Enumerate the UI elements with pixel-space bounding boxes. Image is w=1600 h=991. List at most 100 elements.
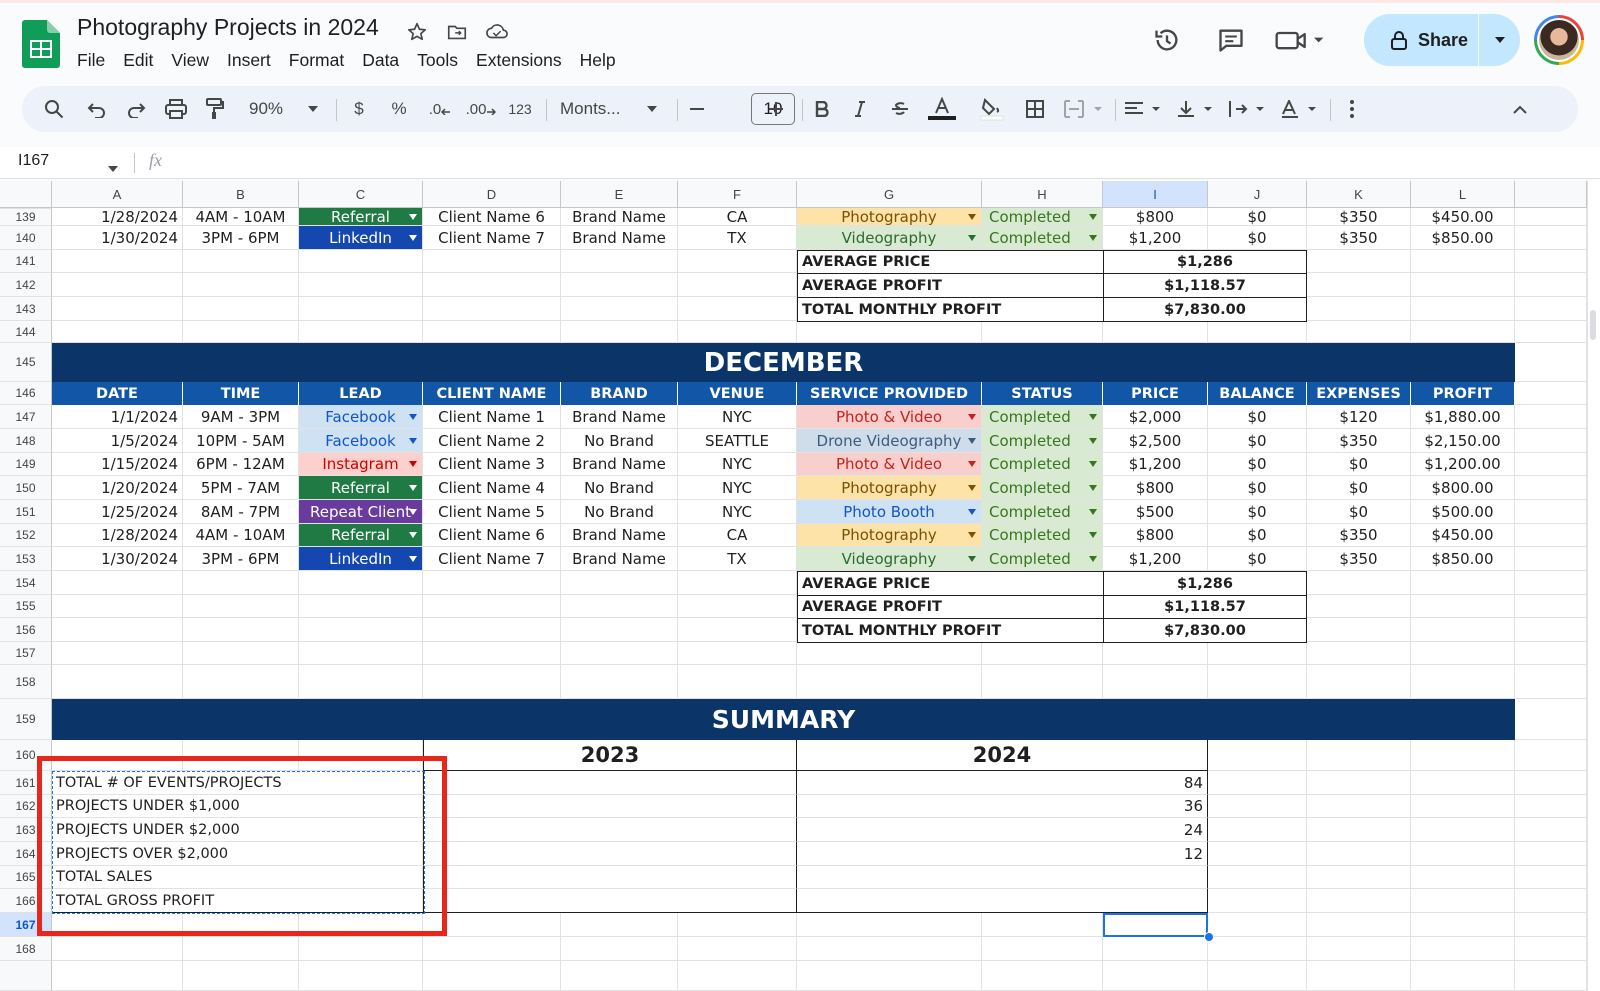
grid-cell[interactable] [1515, 273, 1587, 297]
cell-brand[interactable]: No Brand [561, 429, 678, 453]
cell-brand[interactable]: No Brand [561, 500, 678, 524]
menu-extensions[interactable]: Extensions [467, 48, 571, 72]
grid-cell[interactable] [299, 571, 423, 595]
cell-price[interactable]: $2,500 [1103, 429, 1208, 453]
grid-cell[interactable] [299, 961, 423, 991]
paint-format-icon[interactable] [201, 86, 229, 132]
dropdown-caret-icon[interactable] [1089, 484, 1097, 491]
grid-cell[interactable] [1208, 961, 1307, 991]
dropdown-caret-icon[interactable] [409, 437, 417, 444]
cell-date[interactable]: 1/28/2024 [52, 208, 183, 226]
grid-cell[interactable] [1103, 961, 1208, 991]
status-dropdown-chip[interactable]: Completed [982, 429, 1103, 453]
select-all-corner[interactable] [0, 181, 52, 208]
font-caret-icon[interactable] [645, 86, 659, 132]
lead-dropdown-chip[interactable]: Referral [299, 524, 423, 547]
vertical-scrollbar[interactable] [1587, 181, 1600, 991]
grid-cell[interactable] [1515, 595, 1587, 618]
grid-cell[interactable] [1411, 321, 1515, 343]
cell-balance[interactable]: $0 [1208, 208, 1307, 226]
row-header[interactable]: 154 [0, 571, 52, 595]
cell-profit[interactable]: $1,200.00 [1411, 453, 1515, 476]
cell-profit[interactable]: $450.00 [1411, 524, 1515, 547]
cell-profit[interactable]: $450.00 [1411, 208, 1515, 226]
text-rotation-icon[interactable] [1278, 86, 1322, 132]
grid-cell[interactable] [1411, 618, 1515, 642]
grid-cell[interactable] [1307, 665, 1411, 699]
dropdown-caret-icon[interactable] [968, 484, 976, 491]
lead-dropdown-chip[interactable]: Referral [299, 208, 423, 226]
more-formats-button[interactable]: 123 [505, 86, 535, 132]
dropdown-caret-icon[interactable] [409, 508, 417, 515]
increase-font-size-icon[interactable] [765, 86, 787, 132]
meet-video-icon[interactable] [1272, 20, 1328, 60]
grid-cell[interactable] [299, 665, 423, 699]
grid-cell[interactable] [52, 665, 183, 699]
service-dropdown-chip[interactable]: Photo Booth [797, 500, 982, 524]
cell-venue[interactable]: CA [678, 208, 797, 226]
service-dropdown-chip[interactable]: Videography [797, 547, 982, 571]
strikethrough-icon[interactable] [888, 86, 912, 132]
grid-cell[interactable] [1411, 250, 1515, 273]
grid-cell[interactable] [678, 961, 797, 991]
service-dropdown-chip[interactable]: Photography [797, 476, 982, 500]
grid-cell[interactable] [561, 913, 678, 937]
cell-client[interactable]: Client Name 5 [423, 500, 561, 524]
column-header-L[interactable]: L [1411, 181, 1515, 208]
status-dropdown-chip[interactable]: Completed [982, 208, 1103, 226]
grid-cell[interactable] [1411, 818, 1515, 842]
column-header-G[interactable]: G [797, 181, 982, 208]
grid-cell[interactable] [797, 665, 982, 699]
dropdown-caret-icon[interactable] [1089, 555, 1097, 562]
lead-dropdown-chip[interactable]: LinkedIn [299, 547, 423, 571]
grid-cell[interactable] [52, 642, 183, 665]
cell-brand[interactable]: Brand Name [561, 405, 678, 429]
dropdown-caret-icon[interactable] [968, 532, 976, 538]
cell-client[interactable]: Client Name 2 [423, 429, 561, 453]
grid-cell[interactable] [299, 321, 423, 343]
row-header[interactable]: 143 [0, 297, 52, 321]
grid-cell[interactable] [561, 618, 678, 642]
print-icon[interactable] [162, 86, 190, 132]
grid-cell[interactable] [1103, 642, 1208, 665]
grid-cell[interactable] [183, 665, 299, 699]
grid-cell[interactable] [1208, 771, 1307, 795]
grid-cell[interactable] [299, 595, 423, 618]
grid-cell[interactable] [1307, 961, 1411, 991]
cell-price[interactable]: $800 [1103, 524, 1208, 547]
grid-cell[interactable] [423, 321, 561, 343]
grid-cell[interactable] [1103, 665, 1208, 699]
grid-cell[interactable] [982, 321, 1103, 343]
grid-cell[interactable] [1515, 771, 1587, 795]
cell-time[interactable]: 6PM - 12AM [183, 453, 299, 476]
grid-cell[interactable] [1208, 889, 1307, 913]
grid-cell[interactable] [1515, 842, 1587, 866]
grid-cell[interactable] [982, 665, 1103, 699]
cell-date[interactable]: 1/20/2024 [52, 476, 183, 500]
cell-venue[interactable]: NYC [678, 453, 797, 476]
grid-cell[interactable] [52, 250, 183, 273]
grid-cell[interactable] [423, 665, 561, 699]
search-menus-icon[interactable] [40, 86, 68, 132]
dropdown-caret-icon[interactable] [968, 555, 976, 562]
grid-cell[interactable] [982, 937, 1103, 961]
grid-cell[interactable] [982, 913, 1103, 937]
menu-help[interactable]: Help [571, 48, 625, 72]
grid-cell[interactable] [1307, 842, 1411, 866]
cell-balance[interactable]: $0 [1208, 476, 1307, 500]
column-header-J[interactable]: J [1208, 181, 1307, 208]
grid-cell[interactable] [1411, 889, 1515, 913]
grid-cell[interactable] [797, 913, 982, 937]
grid-cell[interactable] [561, 571, 678, 595]
cell-time[interactable]: 5PM - 7AM [183, 476, 299, 500]
menu-data[interactable]: Data [353, 48, 408, 72]
grid-cell[interactable] [1515, 343, 1587, 382]
cell-date[interactable]: 1/1/2024 [52, 405, 183, 429]
row-header[interactable]: 147 [0, 405, 52, 429]
grid-cell[interactable] [678, 250, 797, 273]
cell-time[interactable]: 3PM - 6PM [183, 226, 299, 250]
cell-venue[interactable]: CA [678, 524, 797, 547]
service-dropdown-chip[interactable]: Photography [797, 208, 982, 226]
column-header-D[interactable]: D [423, 181, 561, 208]
grid-cell[interactable] [183, 937, 299, 961]
